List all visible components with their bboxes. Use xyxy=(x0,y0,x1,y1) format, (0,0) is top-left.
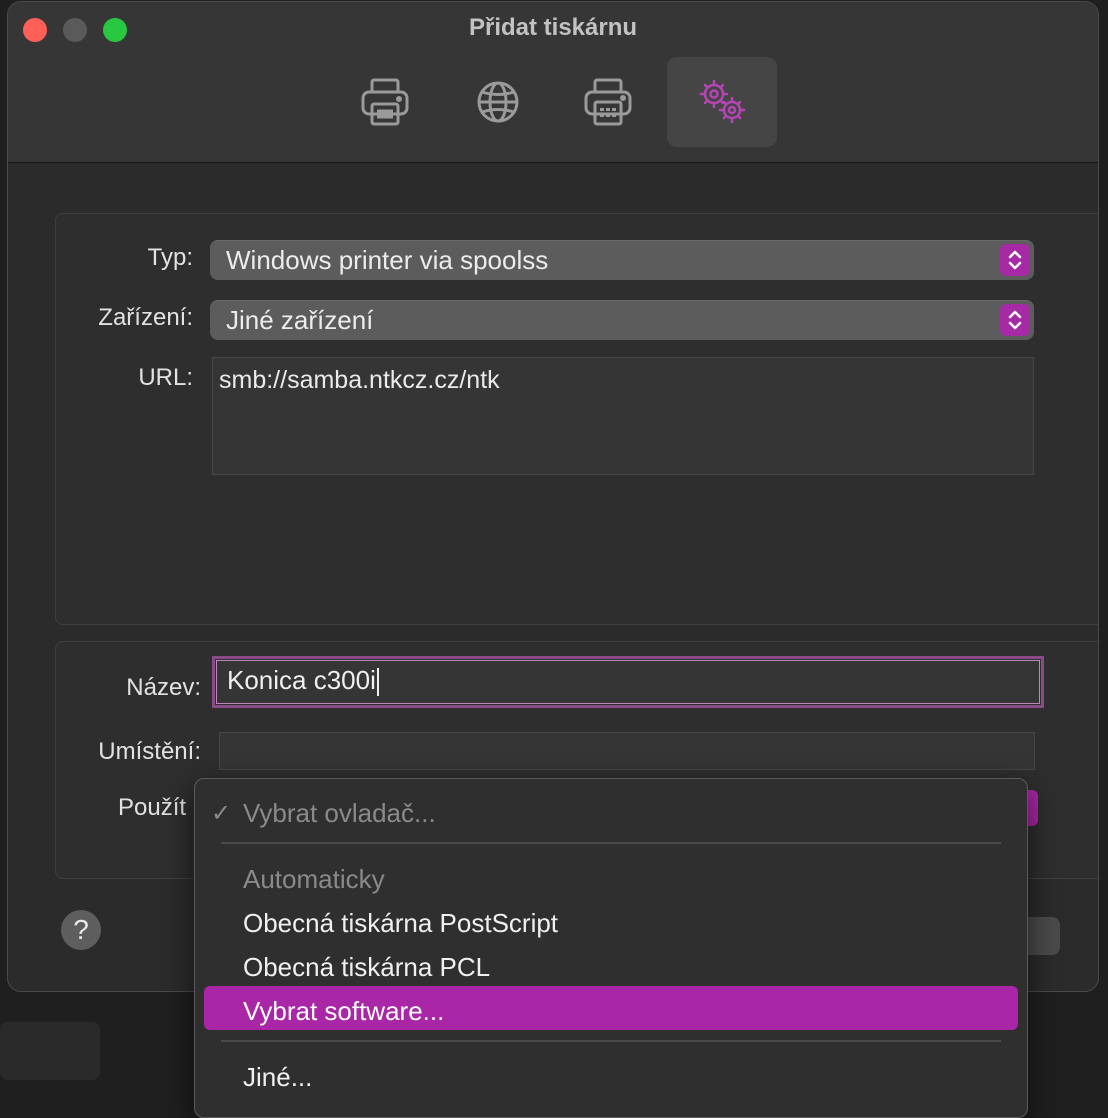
add-button-edge[interactable] xyxy=(1028,917,1060,955)
driver-menu: ✓ Vybrat ovladač... Automaticky Obecná t… xyxy=(194,778,1028,1118)
use-label: Použít xyxy=(118,794,187,821)
device-label: Zařízení: xyxy=(98,304,193,331)
type-label: Typ: xyxy=(147,244,193,271)
gears-icon xyxy=(699,79,746,124)
type-value: Windows printer via spoolss xyxy=(226,245,549,275)
tab-windows[interactable] xyxy=(553,57,663,147)
checkmark-icon: ✓ xyxy=(211,800,232,827)
menu-item-other[interactable]: Jiné... xyxy=(243,1062,312,1093)
type-popup[interactable]: Windows printer via spoolss xyxy=(210,240,1034,280)
printer-icon xyxy=(361,78,409,126)
url-value: smb://samba.ntkcz.cz/ntk xyxy=(219,366,500,394)
menu-item-select-software[interactable]: Vybrat software... xyxy=(243,996,444,1027)
menu-item-selected[interactable]: Vybrat ovladač... xyxy=(243,798,436,829)
device-popup[interactable]: Jiné zařízení xyxy=(210,300,1034,340)
connection-panel: Typ: Windows printer via spoolss Zařízen… xyxy=(55,213,1098,625)
menu-separator xyxy=(221,1040,1001,1042)
fax-printer-icon xyxy=(584,78,632,126)
name-field[interactable]: Konica c300i xyxy=(212,656,1044,708)
location-label: Umístění: xyxy=(98,738,201,765)
tab-default-printer[interactable] xyxy=(330,57,440,147)
titlebar: Přidat tiskárnu xyxy=(8,2,1098,163)
popup-stepper-icon xyxy=(1000,304,1030,336)
text-caret xyxy=(376,668,379,697)
menu-separator xyxy=(221,842,1001,844)
location-field[interactable] xyxy=(219,732,1035,770)
device-value: Jiné zařízení xyxy=(226,305,374,335)
help-button[interactable]: ? xyxy=(61,910,101,950)
popup-stepper-icon xyxy=(1000,244,1030,276)
menu-section-header: Automaticky xyxy=(243,864,385,894)
background-panel xyxy=(0,1022,100,1080)
tab-ip[interactable] xyxy=(443,57,553,147)
menu-item-pcl[interactable]: Obecná tiskárna PCL xyxy=(243,952,490,983)
name-value: Konica c300i xyxy=(227,665,376,695)
url-field[interactable]: smb://samba.ntkcz.cz/ntk xyxy=(212,357,1034,475)
globe-icon xyxy=(477,81,519,123)
url-label: URL: xyxy=(138,364,193,391)
tab-advanced[interactable] xyxy=(667,57,777,147)
window-title: Přidat tiskárnu xyxy=(468,14,638,41)
name-label: Název: xyxy=(126,674,201,701)
menu-item-postscript[interactable]: Obecná tiskárna PostScript xyxy=(243,908,558,939)
